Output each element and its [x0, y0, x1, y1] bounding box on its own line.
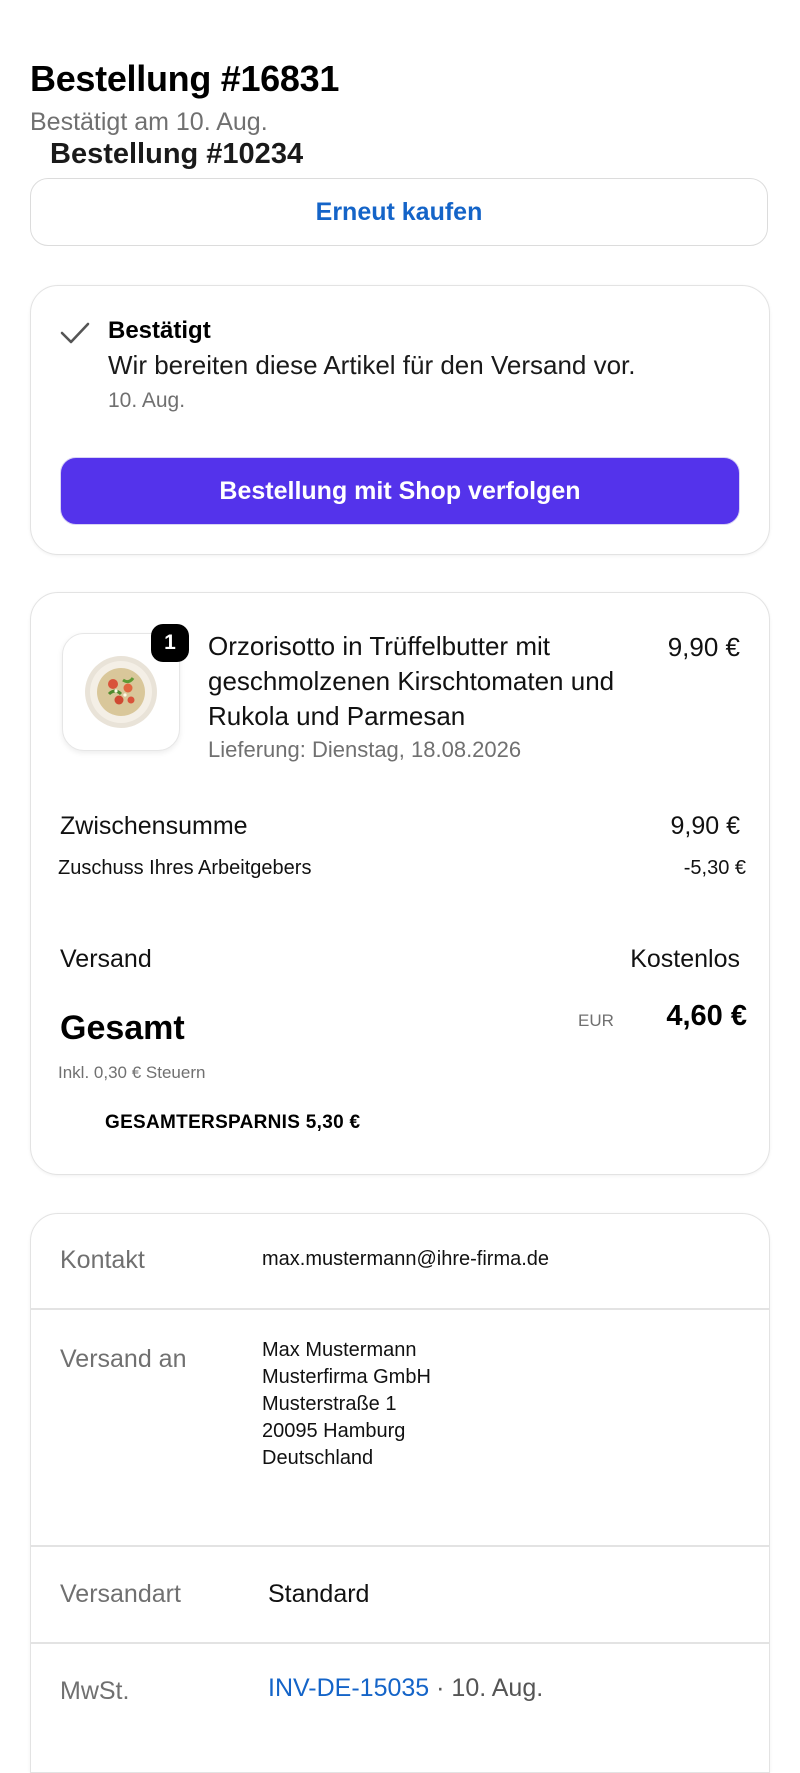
overlay-order-title: Bestellung #10234	[50, 138, 304, 170]
quantity-badge: 1	[151, 624, 189, 662]
status-date: 10. Aug.	[108, 389, 186, 412]
invoice-link[interactable]: INV-DE-15035	[268, 1674, 429, 1702]
buy-again-button[interactable]: Erneut kaufen	[30, 178, 768, 246]
tax-note: Inkl. 0,30 € Steuern	[58, 1063, 206, 1082]
invoice-info: INV-DE-15035 · 10. Aug.	[268, 1674, 543, 1703]
track-order-button[interactable]: Bestellung mit Shop verfolgen	[60, 457, 740, 525]
employer-subsidy-label: Zuschuss Ihres Arbeitgebers	[58, 857, 312, 879]
product-name[interactable]: Orzorisotto in Trüffelbutter mit geschmo…	[208, 629, 648, 734]
status-message: Wir bereiten diese Artikel für den Versa…	[108, 350, 636, 380]
contact-email: max.mustermann@ihre-firma.de	[262, 1248, 550, 1270]
shipping-label: Versand	[60, 945, 152, 973]
address-line: Musterstraße 1	[262, 1393, 397, 1415]
address-line: Deutschland	[262, 1447, 374, 1469]
order-title: Bestellung #16831	[30, 58, 340, 99]
total-savings: GESAMTERSPARNIS 5,30 €	[105, 1112, 361, 1133]
vat-label: MwSt.	[60, 1677, 130, 1705]
subtotal-value: 9,90 €	[670, 812, 740, 840]
order-confirmed-date: Bestätigt am 10. Aug.	[30, 108, 268, 136]
status-title: Bestätigt	[108, 317, 211, 344]
contact-label: Kontakt	[60, 1246, 145, 1274]
delivery-date: Lieferung: Dienstag, 18.08.2026	[208, 737, 522, 762]
address-line: Musterfirma GmbH	[262, 1366, 431, 1388]
shipping-address: Max Mustermann Musterfirma GmbH Musterst…	[262, 1337, 431, 1472]
product-price: 9,90 €	[667, 632, 740, 662]
address-line: 20095 Hamburg	[262, 1420, 406, 1442]
divider	[30, 1642, 770, 1644]
shipping-method-label: Versandart	[60, 1580, 181, 1608]
total-value: 4,60 €	[666, 1000, 747, 1032]
total-label: Gesamt	[60, 1009, 185, 1047]
invoice-date: · 10. Aug.	[429, 1674, 544, 1702]
total-currency: EUR	[578, 1011, 614, 1030]
divider	[30, 1545, 770, 1547]
divider	[30, 1308, 770, 1310]
subtotal-label: Zwischensumme	[60, 812, 248, 840]
shipping-method-value: Standard	[268, 1580, 370, 1608]
employer-subsidy-value: -5,30 €	[683, 857, 746, 879]
ship-to-label: Versand an	[60, 1345, 187, 1373]
shipping-value: Kostenlos	[630, 945, 740, 973]
risotto-dish-image	[85, 656, 157, 728]
address-line: Max Mustermann	[262, 1339, 417, 1361]
checkmark-icon	[60, 322, 90, 344]
